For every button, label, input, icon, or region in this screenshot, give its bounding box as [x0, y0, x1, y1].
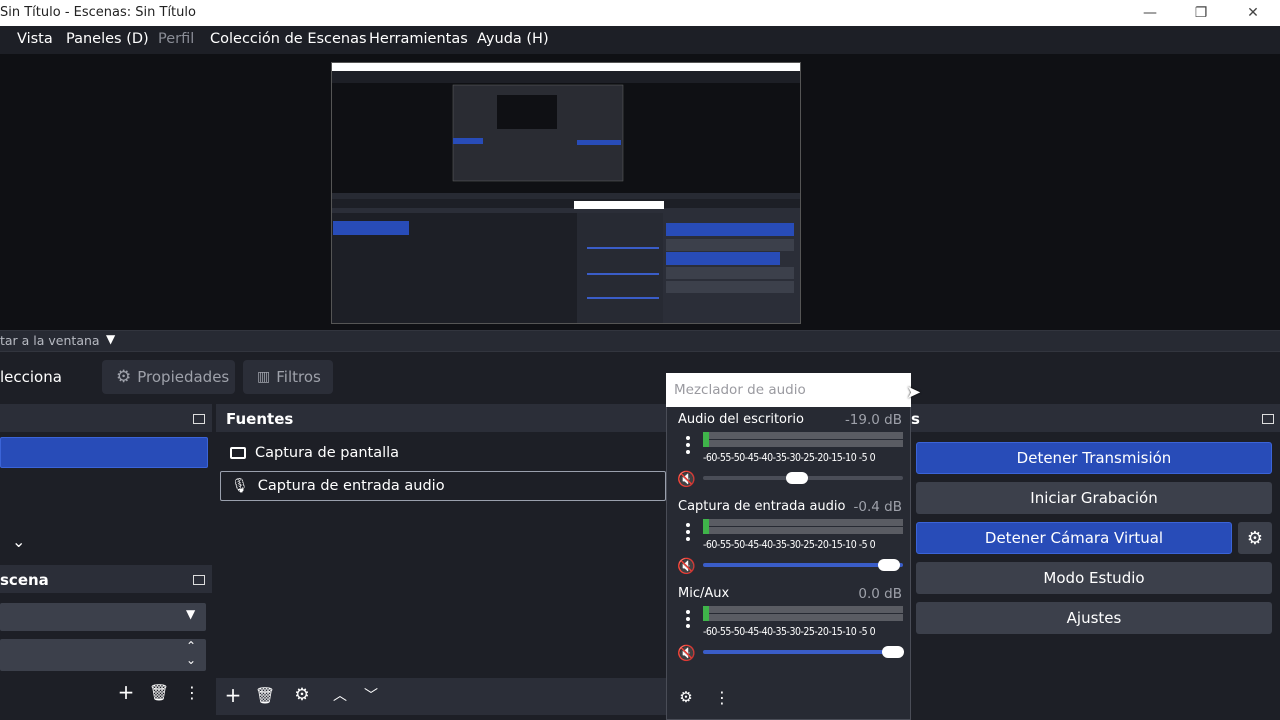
filters-button[interactable]: ▥ Filtros — [243, 360, 333, 394]
increment-icon[interactable]: ⌃ — [186, 639, 196, 653]
audio-mixer-title[interactable]: Mezclador de audio — [666, 373, 911, 407]
add-icon[interactable]: + — [115, 680, 137, 704]
kebab-menu-icon[interactable] — [684, 523, 692, 541]
volume-slider[interactable] — [703, 472, 903, 484]
source-item-audio-input[interactable]: 🎙 Captura de entrada audio — [220, 471, 666, 501]
close-button[interactable]: ✕ — [1230, 0, 1276, 26]
menu-docks[interactable]: Paneles (D) — [66, 31, 149, 47]
transition-select[interactable]: ▼ — [0, 603, 206, 631]
muted-speaker-icon[interactable]: 🔇 — [677, 644, 699, 662]
settings-button[interactable]: Ajustes — [916, 602, 1272, 634]
advanced-audio-gear-icon[interactable]: ⚙ — [675, 686, 697, 708]
source-item-screen-capture[interactable]: Captura de pantalla — [220, 438, 666, 468]
filter-icon: ▥ — [257, 369, 271, 385]
menu-scene-collection[interactable]: Colección de Escenas — [210, 31, 367, 47]
scenes-dock: ⌄ — [0, 404, 212, 562]
muted-speaker-icon[interactable]: 🔇 — [677, 470, 699, 488]
scene-transitions-title: scena — [0, 565, 212, 593]
title-bar: Sin Título - Escenas: Sin Título — ❐ ✕ — [0, 0, 1280, 26]
volume-meter — [703, 519, 903, 539]
scale-mode-label: tar a la ventana — [0, 333, 100, 348]
volume-slider[interactable] — [703, 646, 904, 658]
microphone-icon: 🎙 — [231, 478, 249, 494]
transitions-body: ▼ ⌃ ⌄ + 🗑 ⋮ — [0, 593, 212, 715]
menu-view[interactable]: Vista — [17, 31, 53, 47]
preview-scale-bar: tar a la ventana ▼ — [0, 330, 1280, 352]
scenes-list[interactable] — [0, 432, 212, 562]
sources-dock: Fuentes Captura de pantalla 🎙 Captura de… — [216, 404, 666, 715]
minimize-button[interactable]: — — [1127, 0, 1173, 26]
scene-item-selected[interactable] — [0, 437, 208, 468]
preview-screen-capture — [331, 62, 801, 324]
monitor-icon — [230, 447, 246, 459]
trash-icon[interactable]: 🗑 — [148, 681, 170, 703]
kebab-menu-icon[interactable] — [684, 610, 692, 628]
mixer-channel-desktop-audio: Audio del escritorio -19.0 dB -60-55-50-… — [677, 412, 903, 488]
kebab-menu-icon[interactable]: ⋮ — [181, 681, 203, 703]
menu-profile[interactable]: Perfil — [158, 31, 194, 47]
controls-title: s — [911, 404, 1280, 432]
float-dock-icon[interactable] — [193, 575, 205, 585]
volume-meter — [703, 606, 903, 626]
window-title: Sin Título - Escenas: Sin Título — [0, 5, 196, 20]
maximize-button[interactable]: ❐ — [1178, 0, 1224, 26]
mixer-channel-audio-input: Captura de entrada audio -0.4 dB -60-55-… — [677, 499, 903, 575]
gear-icon[interactable]: ⚙ — [291, 684, 313, 706]
sources-list[interactable]: Captura de pantalla 🎙 Captura de entrada… — [216, 432, 666, 678]
kebab-menu-icon[interactable] — [684, 436, 692, 454]
move-down-icon[interactable]: ﹀ — [360, 684, 382, 706]
chevron-down-icon[interactable]: ⌄ — [12, 532, 25, 551]
selection-label: lecciona — [0, 368, 62, 386]
duration-spinbox[interactable]: ⌃ ⌄ — [0, 639, 206, 671]
start-recording-button[interactable]: Iniciar Grabación — [916, 482, 1272, 514]
volume-slider[interactable] — [703, 559, 903, 571]
float-dock-icon[interactable] — [1262, 414, 1274, 424]
stop-stream-button[interactable]: Detener Transmisión — [916, 442, 1272, 474]
mouse-cursor-icon: ➤ — [906, 382, 922, 403]
studio-mode-button[interactable]: Modo Estudio — [916, 562, 1272, 594]
dropdown-arrow-icon: ▼ — [186, 607, 196, 621]
virtual-camera-settings-gear-icon[interactable]: ⚙ — [1238, 522, 1272, 554]
menu-bar: Vista Paneles (D) Perfil Colección de Es… — [0, 26, 1280, 54]
volume-meter — [703, 432, 903, 452]
kebab-menu-icon[interactable]: ⋮ — [711, 686, 733, 708]
chevron-down-icon[interactable]: ▼ — [106, 332, 115, 346]
float-dock-icon[interactable] — [193, 414, 205, 424]
properties-button[interactable]: ⚙ Propiedades — [102, 360, 235, 394]
nested-obs-capture-image — [332, 63, 800, 323]
mixer-channel-mic-aux: Mic/Aux 0.0 dB -60-55-50-45-40-35-30-25-… — [677, 586, 904, 662]
add-icon[interactable]: + — [222, 683, 244, 707]
trash-icon[interactable]: 🗑 — [254, 684, 276, 706]
menu-help[interactable]: Ayuda (H) — [477, 31, 549, 47]
context-bar: lecciona ⚙ Propiedades ▥ Filtros — [0, 352, 1280, 404]
gear-icon: ⚙ — [116, 367, 132, 387]
move-up-icon[interactable]: ︿ — [329, 684, 351, 706]
audio-mixer-dock[interactable]: Audio del escritorio -19.0 dB -60-55-50-… — [666, 373, 911, 720]
menu-tools[interactable]: Herramientas — [369, 31, 468, 47]
scene-transitions-dock: scena ▼ ⌃ ⌄ + 🗑 ⋮ — [0, 565, 212, 715]
muted-speaker-icon[interactable]: 🔇 — [677, 557, 699, 575]
stop-virtual-camera-button[interactable]: Detener Cámara Virtual — [916, 522, 1232, 554]
decrement-icon[interactable]: ⌄ — [186, 653, 196, 667]
sources-title: Fuentes — [216, 404, 666, 432]
